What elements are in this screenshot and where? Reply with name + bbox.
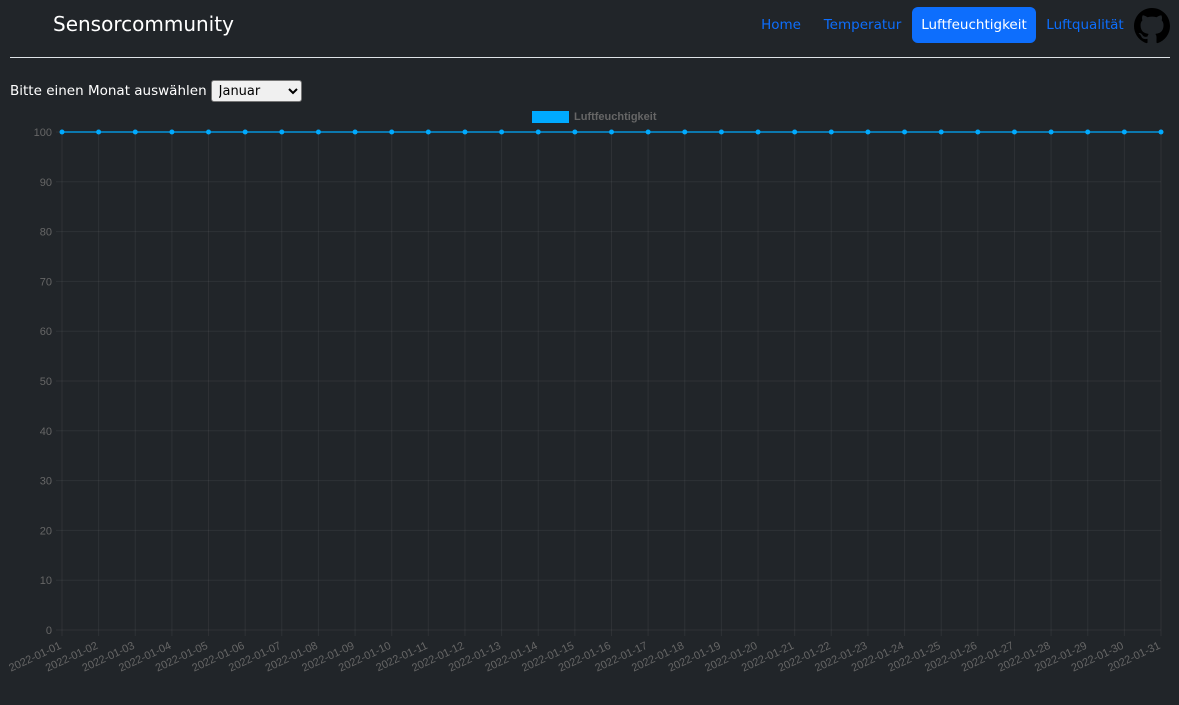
- month-select[interactable]: Januar: [210, 80, 302, 102]
- navbar: Sensorcommunity Home Temperatur Luftfeuc…: [0, 0, 1179, 52]
- y-tick-label: 70: [40, 276, 52, 288]
- y-tick-label: 100: [34, 127, 52, 139]
- nav-link-home[interactable]: Home: [750, 7, 812, 43]
- legend-swatch: [532, 111, 569, 123]
- data-point: [279, 129, 285, 135]
- data-point: [206, 129, 212, 135]
- y-tick-label: 50: [40, 376, 52, 388]
- header-divider: [10, 57, 1170, 58]
- data-point: [132, 129, 138, 135]
- data-point: [462, 129, 468, 135]
- data-point: [425, 129, 431, 135]
- y-tick-label: 10: [40, 575, 52, 587]
- nav-link-temperatur[interactable]: Temperatur: [818, 7, 907, 43]
- data-point: [1048, 129, 1054, 135]
- data-point: [389, 129, 395, 135]
- month-label: Bitte einen Monat auswählen: [10, 83, 207, 99]
- y-tick-label: 40: [40, 426, 52, 438]
- data-point: [938, 129, 944, 135]
- nav-link-luftfeuchtigkeit[interactable]: Luftfeuchtigkeit: [912, 7, 1036, 43]
- data-point: [352, 129, 358, 135]
- data-point: [572, 129, 578, 135]
- y-tick-label: 90: [40, 177, 52, 189]
- data-point: [828, 129, 834, 135]
- month-picker: Bitte einen Monat auswählen Januar: [10, 80, 302, 102]
- data-point: [682, 129, 688, 135]
- y-tick-label: 20: [40, 525, 52, 537]
- data-point: [865, 129, 871, 135]
- data-point: [1085, 129, 1091, 135]
- nav-link-luftqualitaet[interactable]: Luftqualität: [1040, 7, 1130, 43]
- data-point: [499, 129, 505, 135]
- data-point: [718, 129, 724, 135]
- data-point: [1158, 129, 1164, 135]
- data-point: [645, 129, 651, 135]
- data-point: [96, 129, 102, 135]
- legend-label: Luftfeuchtigkeit: [574, 111, 657, 123]
- y-tick-label: 60: [40, 326, 52, 338]
- data-point: [792, 129, 798, 135]
- data-point: [1121, 129, 1127, 135]
- brand-title[interactable]: Sensorcommunity: [53, 12, 234, 36]
- y-tick-label: 30: [40, 476, 52, 488]
- github-icon[interactable]: [1134, 8, 1170, 44]
- data-point: [609, 129, 614, 135]
- humidity-chart: 01020304050607080901002022-01-012022-01-…: [7, 111, 1164, 675]
- data-point: [242, 129, 248, 135]
- data-point: [902, 129, 908, 135]
- y-tick-label: 0: [46, 625, 52, 637]
- data-point: [975, 129, 981, 135]
- data-point: [755, 129, 761, 135]
- data-point: [315, 129, 321, 135]
- data-point: [535, 129, 541, 135]
- y-tick-label: 80: [40, 227, 52, 239]
- data-point: [59, 129, 65, 135]
- data-point: [169, 129, 175, 135]
- data-point: [1011, 129, 1017, 135]
